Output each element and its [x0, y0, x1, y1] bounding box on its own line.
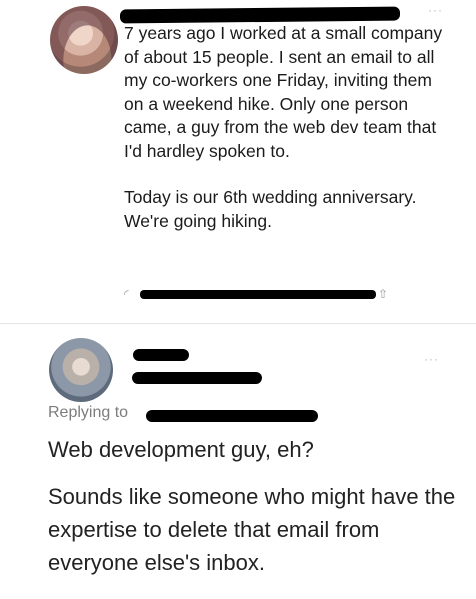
author-avatar[interactable]: [50, 6, 118, 74]
reply-icon[interactable]: ◜: [124, 287, 138, 301]
redacted-footer: [140, 290, 376, 299]
redacted-replier-name: [133, 349, 189, 361]
original-post: ··· 7 years ago I worked at a small comp…: [0, 0, 476, 320]
share-icon[interactable]: ⇧: [378, 287, 392, 301]
post-text: 7 years ago I worked at a small company …: [124, 22, 444, 233]
more-options-icon[interactable]: ···: [428, 3, 443, 17]
redacted-mention[interactable]: [146, 410, 318, 422]
reply-post: ··· Replying to Web development guy, eh?…: [0, 324, 476, 599]
more-options-icon[interactable]: ···: [424, 352, 439, 366]
post-paragraph: 7 years ago I worked at a small company …: [124, 23, 443, 161]
redacted-replier-handle: [132, 372, 262, 384]
replying-to: Replying to: [48, 404, 128, 422]
replier-avatar[interactable]: [49, 338, 113, 402]
post-action-bar: ◜ ⇧: [124, 287, 394, 303]
post-paragraph: Today is our 6th wedding anniversary. We…: [124, 187, 417, 231]
reply-line: Web development guy, eh?: [48, 437, 314, 462]
reply-line: Sounds like someone who might have the e…: [48, 484, 456, 575]
reply-text: Web development guy, eh? Sounds like som…: [48, 433, 458, 579]
replying-to-label: Replying to: [48, 404, 129, 421]
redacted-author-name: [119, 6, 401, 24]
